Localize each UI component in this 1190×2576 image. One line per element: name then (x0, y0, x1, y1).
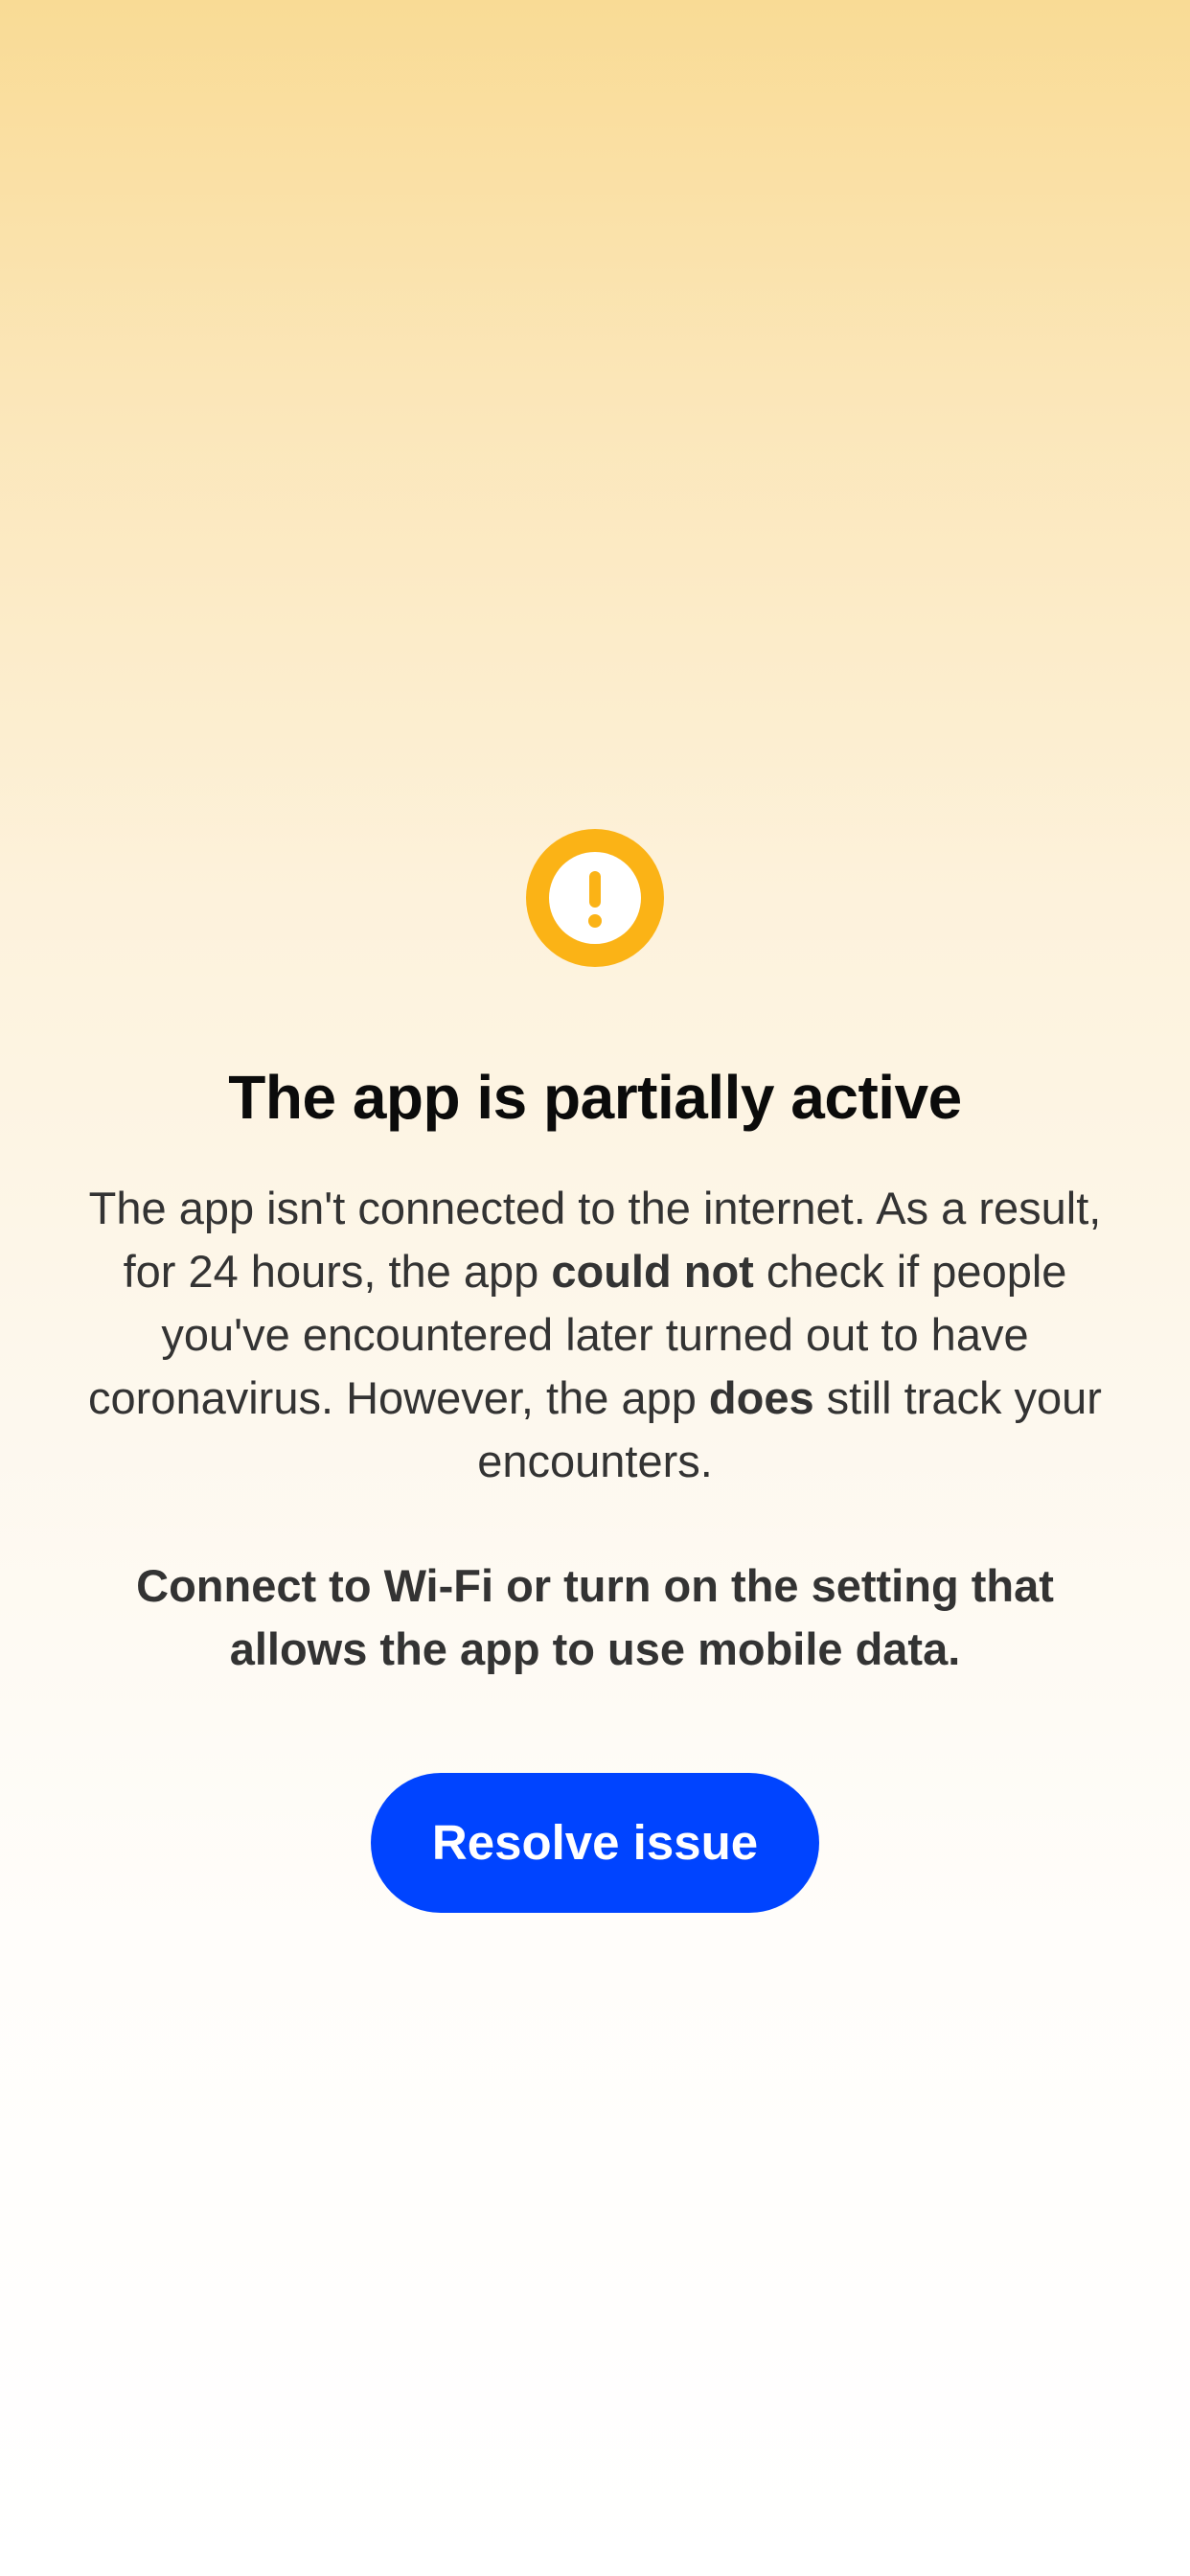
resolve-issue-button[interactable]: Resolve issue (371, 1772, 819, 1913)
warning-icon-inner (549, 852, 641, 944)
screen: The app is partially active The app isn'… (0, 0, 1190, 2576)
instruction-text: Connect to Wi-Fi or turn on the setting … (136, 1559, 1054, 1674)
status-description: The app isn't connected to the internet.… (68, 1177, 1122, 1493)
description-bold-does: does (708, 1371, 814, 1423)
page-title: The app is partially active (228, 1063, 962, 1132)
exclamation-mark-icon (588, 871, 602, 928)
description-bold-could-not: could not (551, 1245, 754, 1297)
exclamation-circle-icon (526, 829, 664, 967)
status-content: The app is partially active The app isn'… (0, 829, 1190, 1913)
